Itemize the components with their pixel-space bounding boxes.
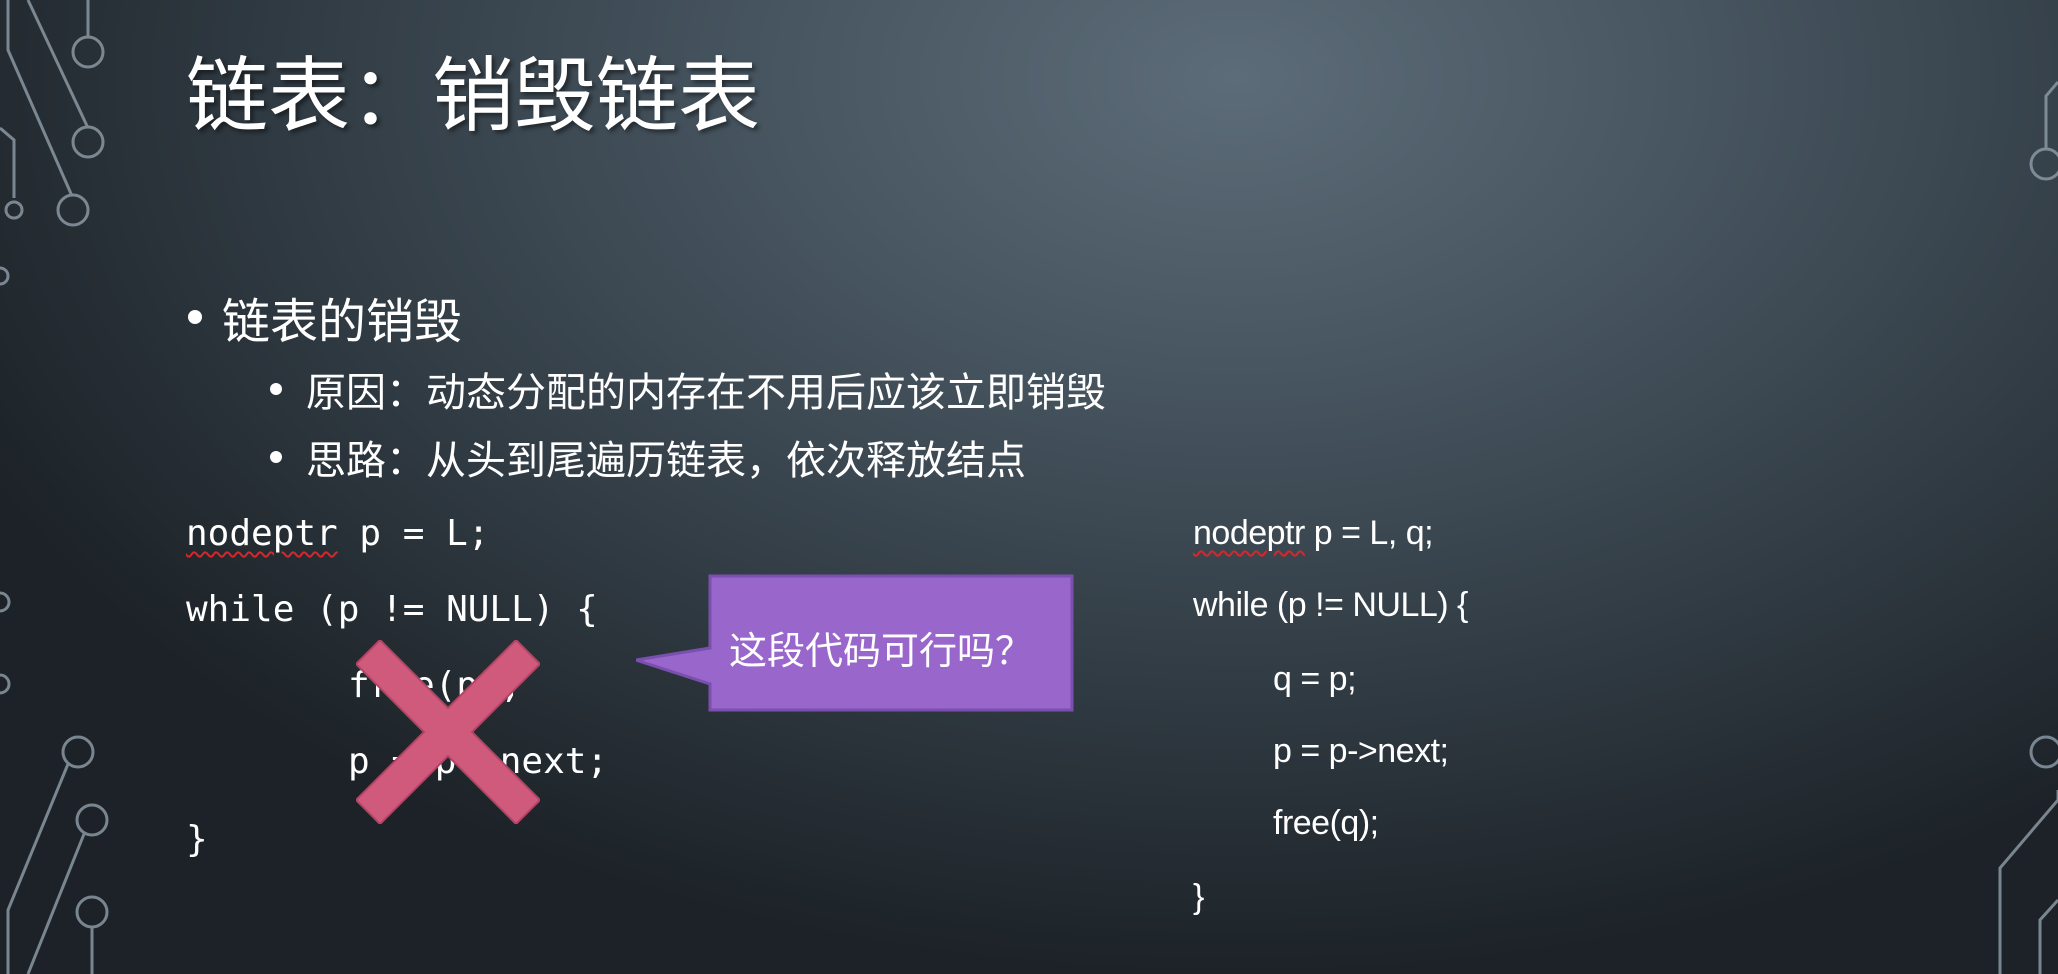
code-right-line-1: nodeptr p = L, q; [1193,514,1434,552]
code-left-line-1: nodeptr p = L; [186,516,489,552]
sub-bullet-reason-text: 原因：动态分配的内存在不用后应该立即销毁 [306,370,1106,416]
bullet-dot [270,451,282,463]
code-left-type-keyword: nodeptr [186,513,338,554]
sub-bullet-approach: 思路：从头到尾遍历链表，依次释放结点 [270,428,1026,486]
bullet-dot [270,383,282,395]
code-right-line-4: p = p->next; [1273,732,1449,770]
x-cross-icon [356,640,540,824]
bullet-main: 链表的销毁 [188,282,462,352]
bullet-main-text: 链表的销毁 [222,294,463,350]
code-right-line-2: while (p != NULL) { [1193,586,1468,624]
sub-bullet-reason: 原因：动态分配的内存在不用后应该立即销毁 [270,360,1106,418]
circuit-decoration [0,0,2058,974]
sub-bullet-approach-text: 思路：从头到尾遍历链表，依次释放结点 [306,438,1026,484]
code-right-line-5: free(q); [1273,804,1379,842]
code-right-line-1-rest: p = L, q; [1304,514,1434,552]
code-right-line-6: } [1193,878,1204,916]
code-right-line-3: q = p; [1273,660,1357,698]
code-left-line-2: while (p != NULL) { [186,589,598,630]
slide-title: 链表：销毁链表 [186,49,761,144]
bullet-dot [188,310,202,324]
code-left-line-1-rest: p = L; [337,513,490,554]
callout-text: 这段代码可行吗？ [729,629,1034,673]
code-left-line-5: } [186,819,208,860]
code-right-type-keyword: nodeptr [1193,514,1305,552]
